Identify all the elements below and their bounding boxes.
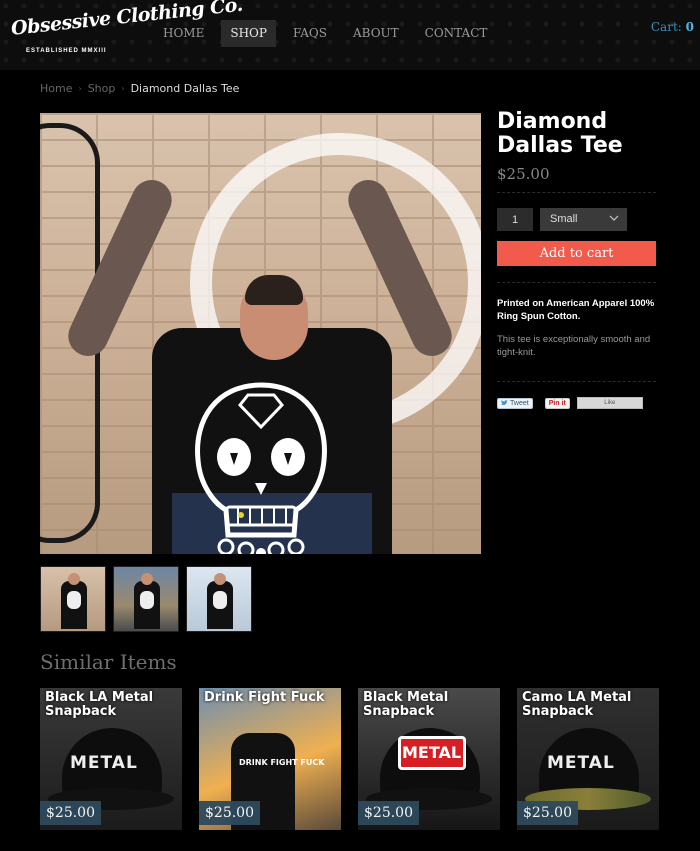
site-header: Obsessive Clothing Co. ESTABLISHED MMXII… — [0, 0, 700, 70]
nav-shop[interactable]: SHOP — [221, 20, 276, 47]
sugar-skull-print — [195, 382, 327, 554]
twitter-bird-icon — [501, 400, 508, 405]
nav-about[interactable]: ABOUT — [344, 20, 408, 47]
main-nav: HOME SHOP FAQS ABOUT CONTACT — [154, 20, 504, 47]
tweet-label: Tweet — [510, 399, 529, 407]
similar-item-price: $25.00 — [199, 801, 260, 825]
product-price: $25.00 — [497, 165, 550, 183]
facebook-like-button[interactable]: Like — [576, 397, 643, 409]
social-share: Tweet Pin it Like — [497, 397, 643, 409]
thumbnail-skull — [67, 591, 81, 609]
similar-item-title: Black LA Metal Snapback — [45, 690, 154, 719]
cap-logo-text: METAL — [547, 753, 615, 773]
similar-item-title: Black Metal Snapback — [363, 690, 449, 719]
divider — [497, 282, 656, 283]
pinterest-button[interactable]: Pin it — [544, 397, 570, 409]
breadcrumb-home[interactable]: Home — [40, 82, 72, 95]
breadcrumb-separator-icon: › — [121, 84, 125, 93]
size-select-value: Small — [550, 213, 578, 225]
breadcrumb-current: Diamond Dallas Tee — [130, 82, 240, 95]
cart-count: 0 — [685, 20, 694, 34]
similar-item-card[interactable]: DRINK FIGHT FUCK Drink Fight Fuck $25.00 — [199, 688, 341, 830]
thumbnail-1[interactable] — [40, 566, 106, 632]
similar-item-title: Drink Fight Fuck — [204, 690, 325, 705]
similar-item-title: Camo LA Metal Snapback — [522, 690, 632, 719]
cart-link[interactable]: Cart: 0 — [651, 20, 694, 34]
size-select[interactable]: Small — [540, 208, 627, 231]
product-material: Printed on American Apparel 100% Ring Sp… — [497, 298, 655, 322]
thumbnail-model-head — [68, 573, 80, 585]
logo-tagline: ESTABLISHED MMXIII — [26, 48, 107, 54]
cap-logo-text: METAL — [402, 743, 462, 762]
similar-item-price: $25.00 — [40, 801, 101, 825]
add-to-cart-button[interactable]: Add to cart — [497, 241, 656, 266]
similar-item-card[interactable]: METAL Black LA Metal Snapback $25.00 — [40, 688, 182, 830]
thumbnail-2[interactable] — [113, 566, 179, 632]
breadcrumb-separator-icon: › — [78, 84, 82, 93]
nav-contact[interactable]: CONTACT — [416, 20, 497, 47]
nav-home[interactable]: HOME — [154, 20, 213, 47]
site-logo[interactable]: Obsessive Clothing Co. ESTABLISHED MMXII… — [10, 0, 244, 58]
thumbnail-skull — [213, 591, 227, 609]
tweet-button[interactable]: Tweet — [497, 397, 533, 409]
thumbnail-model-head — [141, 573, 153, 585]
cart-label: Cart: — [650, 20, 682, 34]
product-thumbnails — [40, 566, 259, 632]
product-main-image[interactable] — [40, 113, 481, 554]
product-description: This tee is exceptionally smooth and tig… — [497, 334, 651, 358]
thumbnail-3[interactable] — [186, 566, 252, 632]
similar-item-price: $25.00 — [517, 801, 578, 825]
cap-logo-text: METAL — [70, 753, 138, 773]
model-hair — [245, 275, 303, 305]
similar-item-card[interactable]: METAL Black Metal Snapback $25.00 — [358, 688, 500, 830]
breadcrumb-shop[interactable]: Shop — [88, 82, 116, 95]
product-title: Diamond Dallas Tee — [497, 109, 623, 158]
nav-faqs[interactable]: FAQS — [284, 20, 336, 47]
similar-item-price: $25.00 — [358, 801, 419, 825]
similar-item-card[interactable]: METAL Camo LA Metal Snapback $25.00 — [517, 688, 659, 830]
breadcrumb: Home › Shop › Diamond Dallas Tee — [40, 82, 239, 95]
chevron-down-icon — [609, 215, 619, 221]
quantity-input[interactable] — [497, 208, 533, 231]
tshirt-print-text: DRINK FIGHT FUCK — [239, 758, 325, 767]
similar-items-heading: Similar Items — [40, 650, 177, 674]
thumbnail-skull — [140, 591, 154, 609]
divider — [497, 381, 656, 382]
divider — [497, 192, 656, 193]
thumbnail-model-head — [214, 573, 226, 585]
